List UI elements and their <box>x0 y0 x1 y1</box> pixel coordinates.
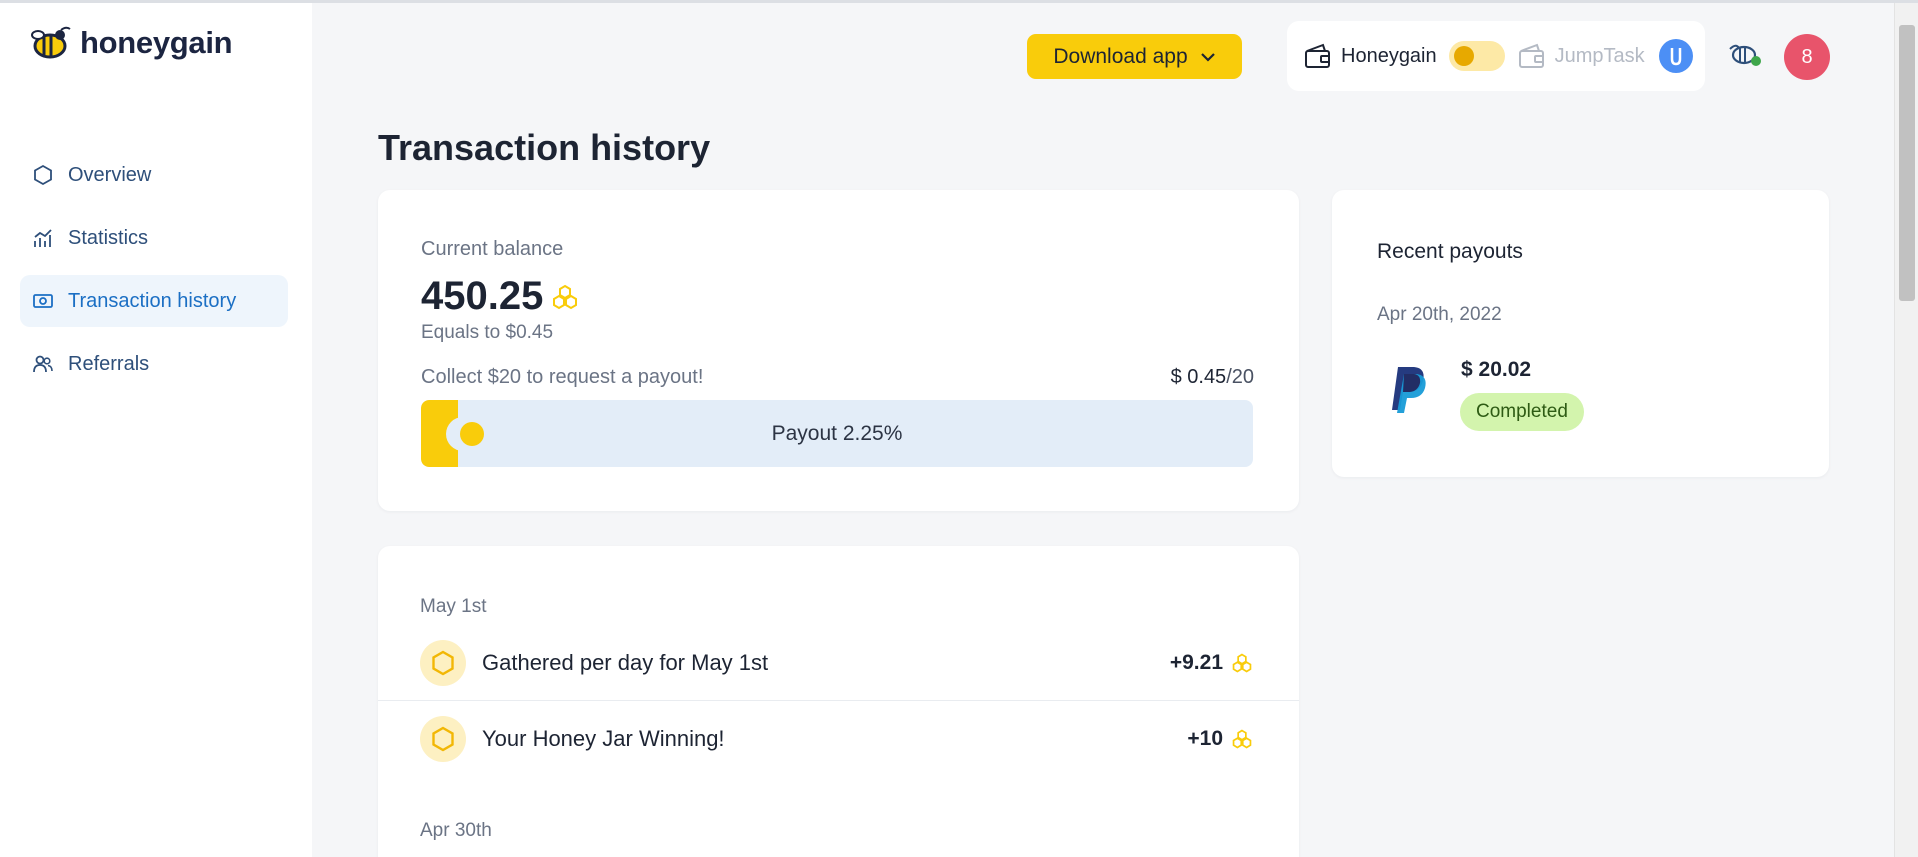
bar-chart-icon <box>32 227 54 249</box>
toggle-knob <box>1453 46 1474 66</box>
sidebar-item-label: Statistics <box>68 226 149 249</box>
sidebar-item-transaction-history[interactable]: Transaction history <box>20 275 288 327</box>
hexagon-icon <box>32 164 54 186</box>
jumptask-logo-icon <box>1658 39 1693 73</box>
balance-card: Current balance 450.25 Equals to $0.45 C… <box>378 190 1299 511</box>
transaction-description: Gathered per day for May 1st <box>482 649 769 675</box>
payout-progress-bar: Payout 2.25% <box>421 400 1253 467</box>
scrollbar-thumb[interactable] <box>1899 25 1915 301</box>
balance-value-row: 450.25 <box>421 274 579 319</box>
transaction-amount-value: +10 <box>1187 727 1223 750</box>
paypal-logo-icon <box>1390 365 1430 420</box>
transaction-amount-value: +9.21 <box>1169 650 1223 674</box>
transaction-group-date: Apr 30th <box>420 820 492 841</box>
hexagon-icon <box>420 716 466 762</box>
sidebar-item-label: Transaction history <box>68 289 237 312</box>
cash-icon <box>32 290 54 312</box>
hexagon-icon <box>420 639 466 686</box>
wallet-icon-muted <box>1518 43 1544 68</box>
payout-target-goal: /20 <box>1226 366 1254 388</box>
wallet-icon <box>1305 43 1330 68</box>
transaction-amount: +10 <box>1187 727 1253 751</box>
page-scrollbar[interactable] <box>1894 3 1918 857</box>
page-title: Transaction history <box>378 127 711 168</box>
balance-equals-text: Equals to $0.45 <box>421 322 554 343</box>
transaction-group-date: May 1st <box>420 596 487 617</box>
jumptask-switch-label[interactable]: JumpTask <box>1555 45 1645 68</box>
transaction-row[interactable]: Gathered per day for May 1st +9.21 <box>378 625 1299 701</box>
download-app-button[interactable]: Download app <box>1027 34 1242 79</box>
sidebar-nav: Overview Statistics Transaction history … <box>20 149 288 401</box>
sidebar-item-overview[interactable]: Overview <box>20 149 288 201</box>
credits-icon <box>553 284 578 309</box>
payout-amount: $ 20.02 <box>1461 358 1532 381</box>
payout-target-current: $ 0.45 <box>1170 366 1227 388</box>
payout-target: $ 0.45/20 <box>1171 366 1254 389</box>
credits-icon <box>1232 729 1252 749</box>
user-avatar[interactable]: 8 <box>1784 34 1830 80</box>
sidebar-item-referrals[interactable]: Referrals <box>20 338 288 390</box>
app-toggle[interactable] <box>1448 41 1505 71</box>
sidebar-item-label: Referrals <box>68 352 150 375</box>
payout-status-badge: Completed <box>1460 393 1584 431</box>
recent-payouts-card: Recent payouts Apr 20th, 2022 $ 20.02 Co… <box>1332 190 1829 477</box>
chevron-down-icon <box>1200 52 1215 62</box>
recent-payouts-title: Recent payouts <box>1377 240 1523 263</box>
credits-icon <box>1232 653 1252 672</box>
logo-text: honeygain <box>80 25 233 60</box>
current-balance-label: Current balance <box>421 238 564 260</box>
users-icon <box>32 353 54 375</box>
transaction-row[interactable]: Your Honey Jar Winning! +10 <box>378 701 1299 777</box>
payout-date: Apr 20th, 2022 <box>1377 304 1502 325</box>
transactions-card: May 1st Gathered per day for May 1st +9.… <box>378 546 1299 857</box>
honeygain-logo[interactable]: honeygain <box>30 25 233 61</box>
balance-value: 450.25 <box>421 274 544 318</box>
transaction-description: Your Honey Jar Winning! <box>482 726 725 751</box>
bee-notification-icon[interactable] <box>1727 39 1765 74</box>
honeygain-switch-label[interactable]: Honeygain <box>1341 45 1437 68</box>
sidebar: honeygain Overview Statistics Transactio… <box>0 3 312 857</box>
app-switcher: Honeygain JumpTask <box>1287 21 1705 91</box>
payout-progress-label: Payout 2.25% <box>771 421 903 445</box>
bee-logo-icon <box>31 26 71 59</box>
sidebar-item-statistics[interactable]: Statistics <box>20 212 288 264</box>
sidebar-item-label: Overview <box>68 163 152 186</box>
collect-payout-text: Collect $20 to request a payout! <box>421 366 704 388</box>
download-app-label: Download app <box>1053 44 1188 68</box>
transaction-amount: +9.21 <box>1170 651 1253 675</box>
